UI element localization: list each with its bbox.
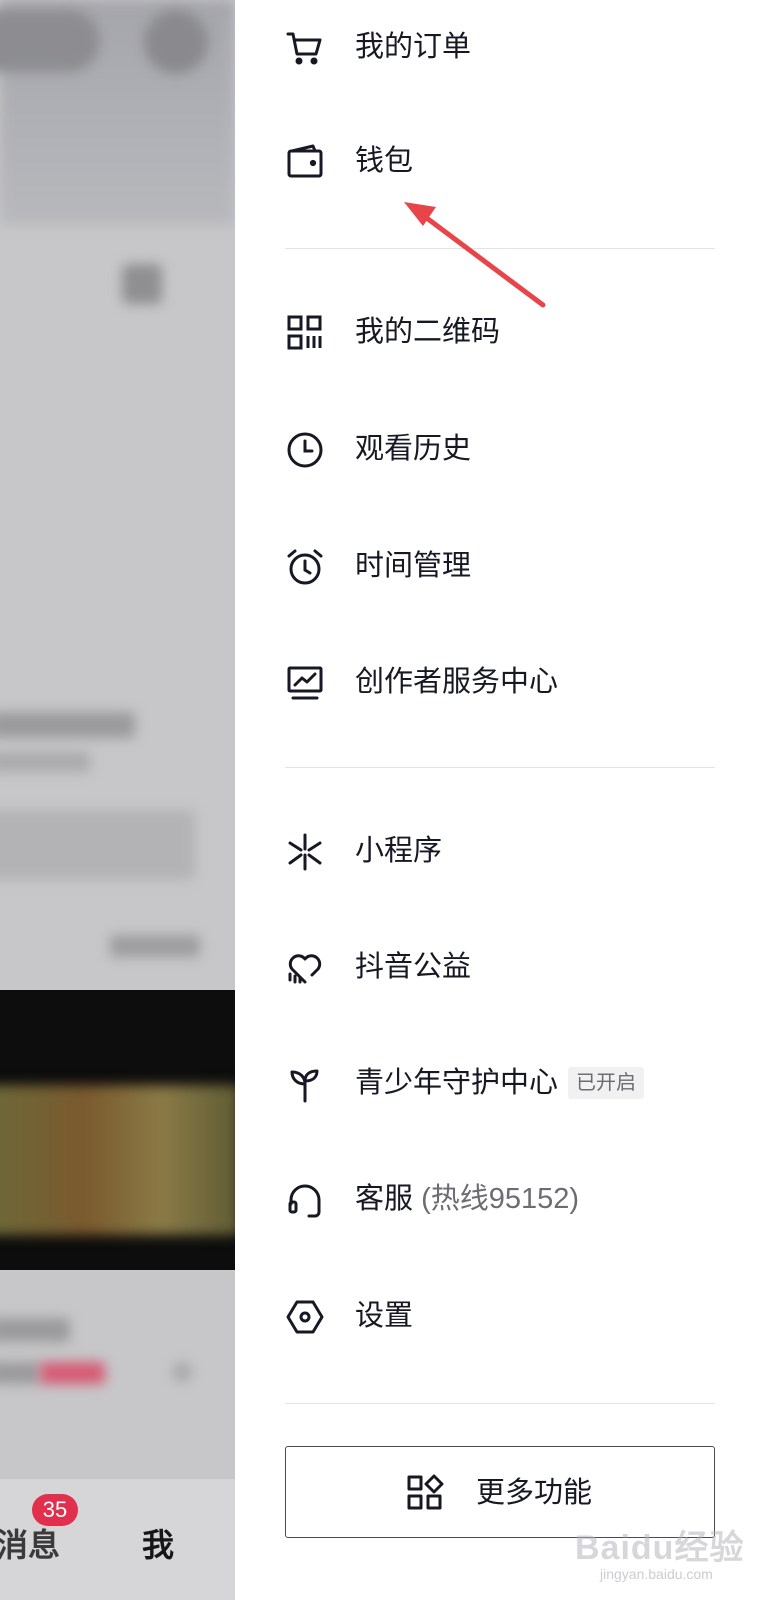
menu-label: 小程序 xyxy=(355,835,443,867)
tab-me[interactable]: 我 xyxy=(142,1520,174,1566)
menu-item-customer-service[interactable]: 客服 (热线95152) xyxy=(235,1160,768,1240)
watermark-logo: Baidu经验 xyxy=(575,1529,745,1567)
background-video-frame xyxy=(0,1085,235,1235)
background-stat xyxy=(122,264,162,304)
background-text xyxy=(0,752,90,772)
qr-code-icon xyxy=(285,313,325,353)
alarm-clock-icon xyxy=(285,547,325,587)
background-text xyxy=(40,1362,105,1384)
menu-label: 抖音公益 xyxy=(355,951,472,983)
more-features-label: 更多功能 xyxy=(476,1477,593,1509)
side-drawer: 我的订单 钱包 我的二维码 观看历史 时间管理 创作者服务中心 小程序 抖音公益… xyxy=(235,0,768,1600)
messages-badge: 35 xyxy=(32,1494,78,1526)
menu-label: 时间管理 xyxy=(355,550,472,582)
clock-icon xyxy=(285,430,325,470)
menu-item-settings[interactable]: 设置 xyxy=(235,1277,768,1357)
headset-icon xyxy=(285,1180,325,1220)
menu-item-public-welfare[interactable]: 抖音公益 xyxy=(235,928,768,1008)
menu-label: 观看历史 xyxy=(355,433,472,465)
menu-label: 钱包 xyxy=(355,145,414,177)
watermark-url: jingyan.baidu.com xyxy=(600,1566,713,1582)
divider xyxy=(285,767,715,768)
tab-messages[interactable]: 消息 xyxy=(0,1520,60,1566)
menu-label: 客服 (热线95152) xyxy=(355,1181,579,1217)
menu-label: 我的二维码 xyxy=(355,316,501,348)
background-round-button xyxy=(144,10,208,74)
menu-item-wallet[interactable]: 钱包 xyxy=(235,122,768,202)
monitor-chart-icon xyxy=(285,663,325,703)
menu-label: 设置 xyxy=(355,1300,414,1332)
menu-label: 青少年守护中心 已开启 xyxy=(355,1065,645,1101)
menu-item-my-qr-code[interactable]: 我的二维码 xyxy=(235,293,768,373)
menu-item-watch-history[interactable]: 观看历史 xyxy=(235,410,768,490)
youth-protection-label: 青少年守护中心 xyxy=(355,1067,559,1099)
menu-item-my-orders[interactable]: 我的订单 xyxy=(235,8,768,88)
menu-item-mini-programs[interactable]: 小程序 xyxy=(235,812,768,892)
menu-item-creator-center[interactable]: 创作者服务中心 xyxy=(235,643,768,723)
menu-label: 我的订单 xyxy=(355,31,472,63)
cart-icon xyxy=(285,28,325,68)
divider xyxy=(285,248,715,249)
wallet-icon xyxy=(285,142,325,182)
hexagon-settings-icon xyxy=(285,1297,325,1337)
background-text xyxy=(110,935,200,957)
heart-hands-icon xyxy=(285,948,325,988)
background-pill-button xyxy=(0,10,100,72)
background-text xyxy=(0,1362,40,1384)
customer-service-label: 客服 xyxy=(355,1183,414,1215)
background-text xyxy=(0,712,135,738)
menu-item-youth-protection[interactable]: 青少年守护中心 已开启 xyxy=(235,1044,768,1124)
menu-label: 创作者服务中心 xyxy=(355,666,559,698)
background-app: 消息 35 我 xyxy=(0,0,235,1600)
apps-icon xyxy=(406,1474,444,1512)
menu-item-time-management[interactable]: 时间管理 xyxy=(235,527,768,607)
background-icon xyxy=(172,1362,192,1382)
hotline-text: (热线95152) xyxy=(421,1183,580,1215)
sprout-icon xyxy=(285,1064,325,1104)
background-card xyxy=(0,810,195,880)
mini-program-icon xyxy=(285,832,325,872)
divider xyxy=(285,1403,715,1404)
status-badge: 已开启 xyxy=(568,1067,645,1099)
background-text xyxy=(0,1318,70,1342)
